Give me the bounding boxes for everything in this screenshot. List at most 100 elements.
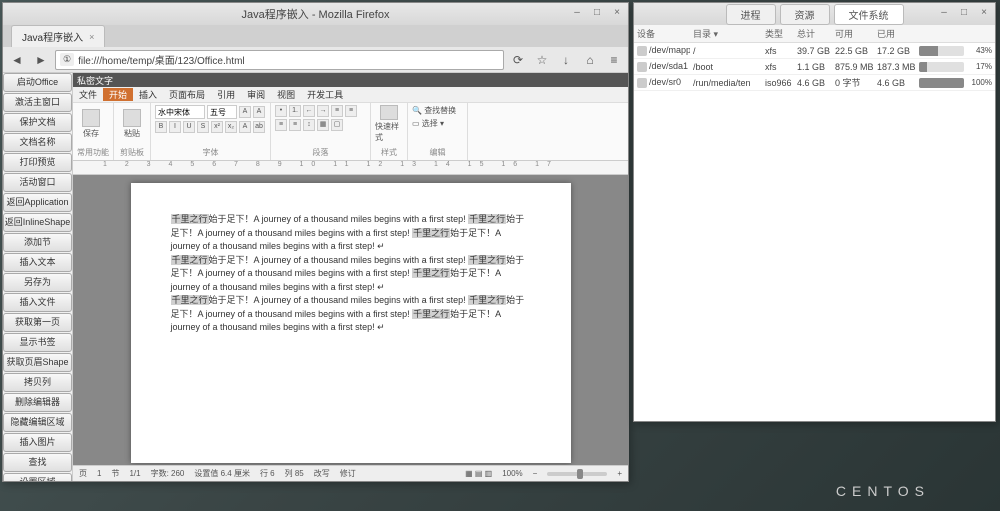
col-total[interactable]: 总计 (794, 27, 832, 40)
fs-row[interactable]: /dev/sr0/run/media/teniso9664.6 GB0 字节4.… (634, 75, 995, 91)
shrink-font-icon[interactable]: A (253, 106, 265, 118)
fs-row[interactable]: /dev/mapp/xfs39.7 GB22.5 GB17.2 GB43% (634, 43, 995, 59)
paste-button[interactable]: 粘贴 (118, 105, 146, 143)
firefox-close-button[interactable]: × (610, 6, 624, 20)
highlighted-text[interactable]: 千里之行 (171, 214, 209, 224)
font-name-select[interactable] (155, 105, 205, 119)
indent-dec-icon[interactable]: ← (303, 105, 315, 117)
bold-icon[interactable]: B (155, 121, 167, 133)
office-menu-审阅[interactable]: 审阅 (241, 88, 271, 101)
office-menu-文件[interactable]: 文件 (73, 88, 103, 101)
office-menu-引用[interactable]: 引用 (211, 88, 241, 101)
col-device[interactable]: 设备 (634, 27, 690, 40)
sidebar-item-15[interactable]: 拷贝列 (3, 373, 72, 392)
align-left-icon[interactable]: ≡ (331, 105, 343, 117)
fast-style-button[interactable]: 快速样式 (375, 105, 403, 143)
firefox-min-button[interactable]: – (570, 6, 584, 20)
sidebar-item-11[interactable]: 插入文件 (3, 293, 72, 312)
strike-icon[interactable]: S (197, 121, 209, 133)
highlighted-text[interactable]: 千里之行 (171, 295, 209, 305)
office-menu-插入[interactable]: 插入 (133, 88, 163, 101)
highlighted-text[interactable]: 千里之行 (468, 255, 506, 265)
body-text[interactable]: 始于足下！A journey of a thousand miles begin… (209, 295, 469, 305)
home-button[interactable]: ⌂ (580, 50, 600, 70)
align-right-icon[interactable]: ≡ (275, 119, 287, 131)
download-button[interactable]: ↓ (556, 50, 576, 70)
sidebar-item-1[interactable]: 激活主窗口 (3, 93, 72, 112)
border-icon[interactable]: ▢ (331, 119, 343, 131)
underline-icon[interactable]: U (183, 121, 195, 133)
sidebar-item-10[interactable]: 另存为 (3, 273, 72, 292)
highlighted-text[interactable]: 千里之行 (412, 309, 450, 319)
select-button[interactable]: ▭ 选择 ▾ (412, 118, 444, 129)
sidebar-item-18[interactable]: 插入图片 (3, 433, 72, 452)
sidebar-item-4[interactable]: 打印预览 (3, 153, 72, 172)
subscript-icon[interactable]: x₂ (225, 121, 237, 133)
forward-button[interactable]: ► (31, 50, 51, 70)
col-type[interactable]: 类型 (762, 27, 794, 40)
save-button[interactable]: 保存 (77, 105, 105, 143)
zoom-slider[interactable] (547, 472, 607, 476)
office-menu-页面布局[interactable]: 页面布局 (163, 88, 211, 101)
firefox-titlebar[interactable]: Java程序嵌入 - Mozilla Firefox – □ × (3, 3, 628, 25)
sysmon-tab-0[interactable]: 进程 (726, 4, 776, 25)
align-center-icon[interactable]: ≡ (345, 105, 357, 117)
horizontal-ruler[interactable]: 1 2 3 4 5 6 7 8 9 10 11 12 13 14 15 16 1… (73, 161, 628, 175)
highlighted-text[interactable]: 千里之行 (171, 255, 209, 265)
zoom-thumb[interactable] (577, 469, 583, 479)
italic-icon[interactable]: I (169, 121, 181, 133)
body-text[interactable]: 始于足下！A journey of a thousand miles begin… (209, 255, 469, 265)
font-size-select[interactable] (207, 105, 237, 119)
body-text[interactable]: 始于足下！A journey of a thousand miles begin… (209, 214, 469, 224)
office-menu-开发工具[interactable]: 开发工具 (301, 88, 349, 101)
sysmon-tab-2[interactable]: 文件系统 (834, 4, 904, 25)
star-button[interactable]: ☆ (532, 50, 552, 70)
tab-close-icon[interactable]: × (89, 32, 94, 42)
sidebar-item-20[interactable]: 设置区域 (3, 473, 72, 481)
number-list-icon[interactable]: 1. (289, 105, 301, 117)
sidebar-item-16[interactable]: 删除编辑器 (3, 393, 72, 412)
reload-button[interactable]: ⟳ (508, 50, 528, 70)
sidebar-item-3[interactable]: 文档名称 (3, 133, 72, 152)
sidebar-item-7[interactable]: 返回InlineShape (3, 213, 72, 232)
find-replace-button[interactable]: 🔍 查找替换 (412, 105, 456, 116)
sidebar-item-2[interactable]: 保护文档 (3, 113, 72, 132)
sidebar-item-5[interactable]: 活动窗口 (3, 173, 72, 192)
align-justify-icon[interactable]: ≡ (289, 119, 301, 131)
sidebar-item-0[interactable]: 启动Office (3, 73, 72, 92)
sidebar-item-17[interactable]: 隐藏编辑区域 (3, 413, 72, 432)
sysmon-min-button[interactable]: – (937, 6, 951, 20)
sidebar-item-8[interactable]: 添加节 (3, 233, 72, 252)
indent-inc-icon[interactable]: → (317, 105, 329, 117)
menu-button[interactable]: ≡ (604, 50, 624, 70)
back-button[interactable]: ◄ (7, 50, 27, 70)
sidebar-item-13[interactable]: 显示书签 (3, 333, 72, 352)
superscript-icon[interactable]: x² (211, 121, 223, 133)
line-spacing-icon[interactable]: ↕ (303, 119, 315, 131)
sidebar-item-14[interactable]: 获取页眉Shape (3, 353, 72, 372)
fs-row[interactable]: /dev/sda1/bootxfs1.1 GB875.9 MB187.3 MB1… (634, 59, 995, 75)
highlighted-text[interactable]: 千里之行 (412, 228, 450, 238)
font-color-icon[interactable]: A (239, 121, 251, 133)
sysmon-max-button[interactable]: □ (957, 6, 971, 20)
highlighted-text[interactable]: 千里之行 (468, 214, 506, 224)
grow-font-icon[interactable]: A (239, 106, 251, 118)
sidebar-item-12[interactable]: 获取第一页 (3, 313, 72, 332)
bullet-list-icon[interactable]: • (275, 105, 287, 117)
highlighted-text[interactable]: 千里之行 (468, 295, 506, 305)
document-page[interactable]: 千里之行始于足下！A journey of a thousand miles b… (131, 183, 571, 463)
office-menu-开始[interactable]: 开始 (103, 88, 133, 101)
url-bar[interactable]: ① file:///home/temp/桌面/123/Office.html (55, 50, 504, 70)
sidebar-item-6[interactable]: 返回Application (3, 193, 72, 212)
view-mode-icons[interactable]: ▦ ▤ ▥ (465, 469, 492, 478)
zoom-out-button[interactable]: − (533, 469, 538, 478)
sysmon-titlebar[interactable]: 进程资源文件系统 – □ × (634, 3, 995, 25)
col-used[interactable]: 已用 (874, 27, 916, 40)
sysmon-close-button[interactable]: × (977, 6, 991, 20)
sidebar-item-19[interactable]: 查找 (3, 453, 72, 472)
sysmon-tab-1[interactable]: 资源 (780, 4, 830, 25)
firefox-tab[interactable]: Java程序嵌入 × (11, 25, 105, 47)
col-available[interactable]: 可用 (832, 27, 874, 40)
office-menu-视图[interactable]: 视图 (271, 88, 301, 101)
firefox-max-button[interactable]: □ (590, 6, 604, 20)
